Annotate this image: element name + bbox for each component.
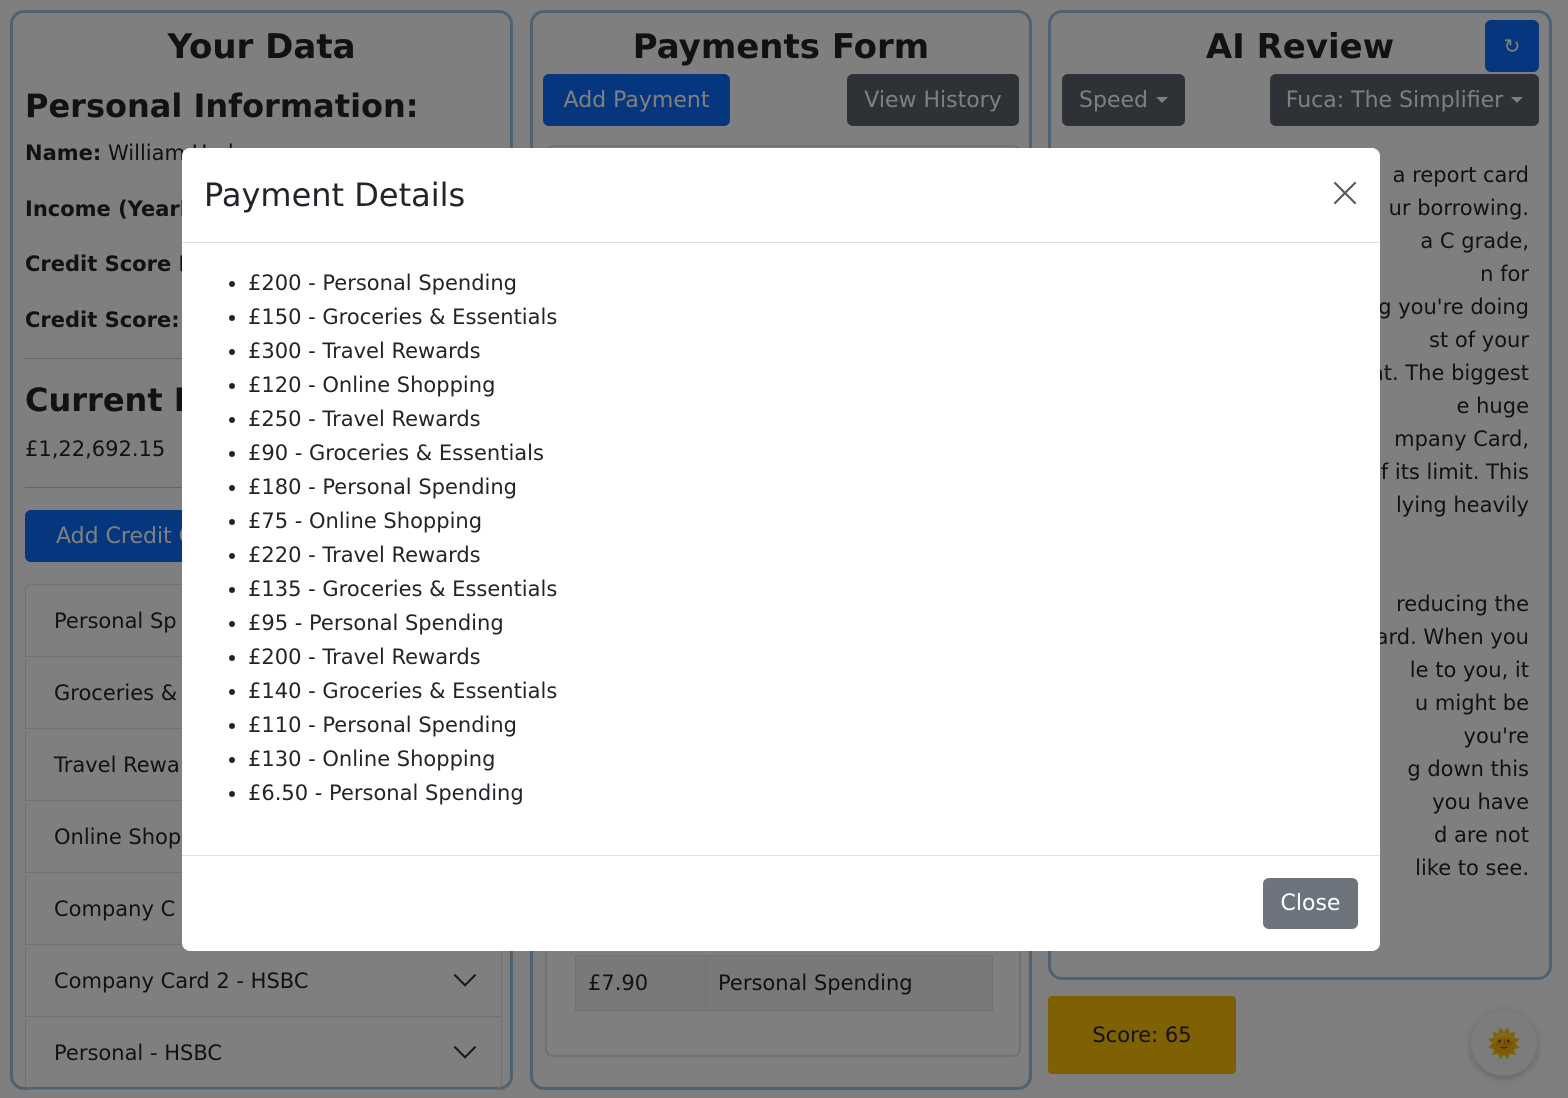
modal-body: £200 - Personal Spending £150 - Grocerie… <box>182 244 1380 855</box>
close-button[interactable]: Close <box>1263 878 1358 929</box>
list-item: £135 - Groceries & Essentials <box>248 572 557 606</box>
list-item: £180 - Personal Spending <box>248 470 557 504</box>
modal-title: Payment Details <box>204 176 466 214</box>
list-item: £250 - Travel Rewards <box>248 402 557 436</box>
modal-footer: Close <box>182 855 1380 951</box>
payment-list: £200 - Personal Spending £150 - Grocerie… <box>248 266 557 810</box>
payment-details-modal: Payment Details £200 - Personal Spending… <box>182 148 1380 951</box>
list-item: £150 - Groceries & Essentials <box>248 300 557 334</box>
list-item: £110 - Personal Spending <box>248 708 557 742</box>
close-icon[interactable] <box>1332 180 1358 206</box>
list-item: £130 - Online Shopping <box>248 742 557 776</box>
list-item: £140 - Groceries & Essentials <box>248 674 557 708</box>
list-item: £300 - Travel Rewards <box>248 334 557 368</box>
list-item: £90 - Groceries & Essentials <box>248 436 557 470</box>
list-item: £95 - Personal Spending <box>248 606 557 640</box>
list-item: £200 - Travel Rewards <box>248 640 557 674</box>
list-item: £120 - Online Shopping <box>248 368 557 402</box>
list-item: £6.50 - Personal Spending <box>248 776 557 810</box>
list-item: £220 - Travel Rewards <box>248 538 557 572</box>
modal-header: Payment Details <box>182 148 1380 243</box>
list-item: £75 - Online Shopping <box>248 504 557 538</box>
list-item: £200 - Personal Spending <box>248 266 557 300</box>
